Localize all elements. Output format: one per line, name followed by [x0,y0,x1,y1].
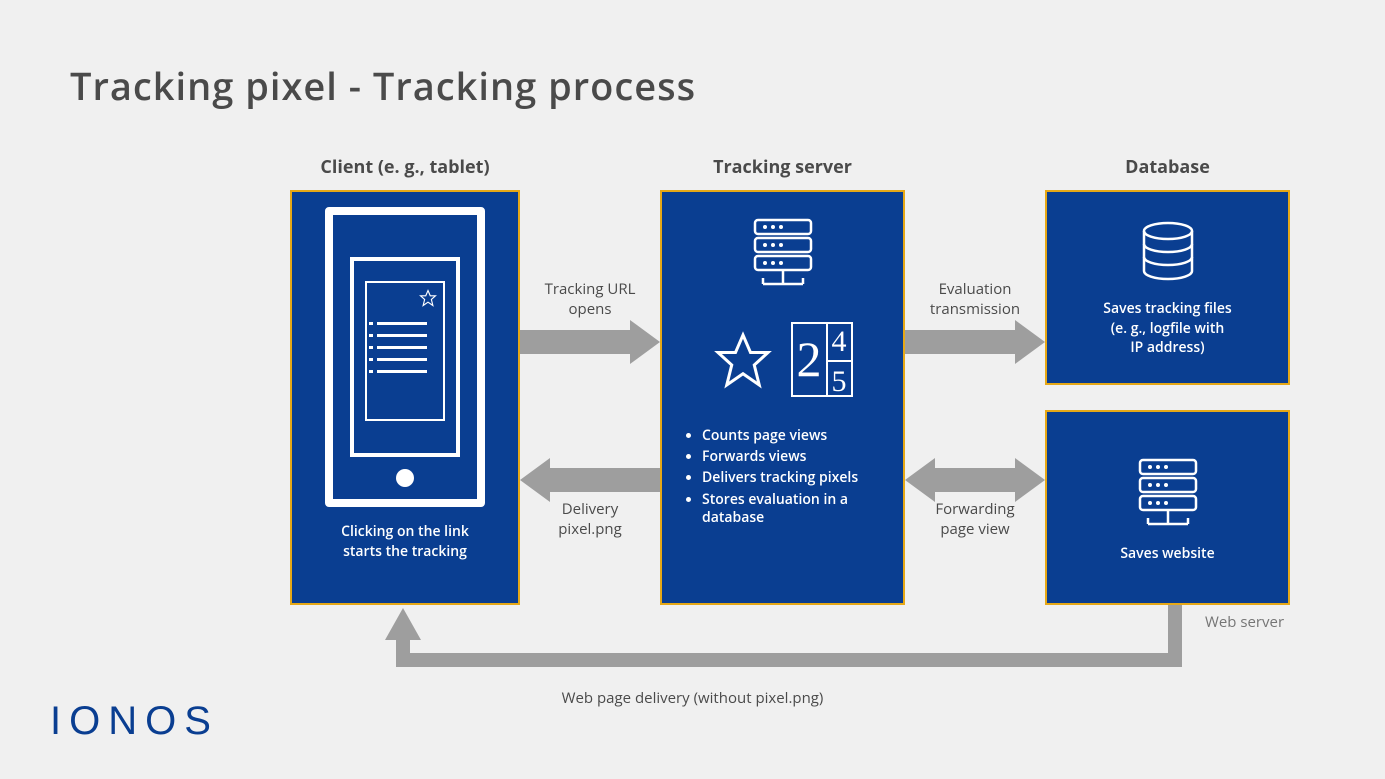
arrow-delivery-pixel [520,458,660,502]
arrow-label-tracking-url: Tracking URLopens [520,280,660,319]
arrow-label-delivery: Deliverypixel.png [520,500,660,539]
arrow-forwarding [905,458,1045,502]
arrow-label-evaluation: Evaluationtransmission [905,280,1045,319]
arrow-tracking-url [520,320,660,364]
arrow-evaluation [905,320,1045,364]
brand-logo: IONOS [50,699,219,744]
arrow-web-page-delivery [385,605,1175,660]
arrow-label-forwarding: Forwardingpage view [905,500,1045,539]
arrows-layer [0,0,1385,779]
